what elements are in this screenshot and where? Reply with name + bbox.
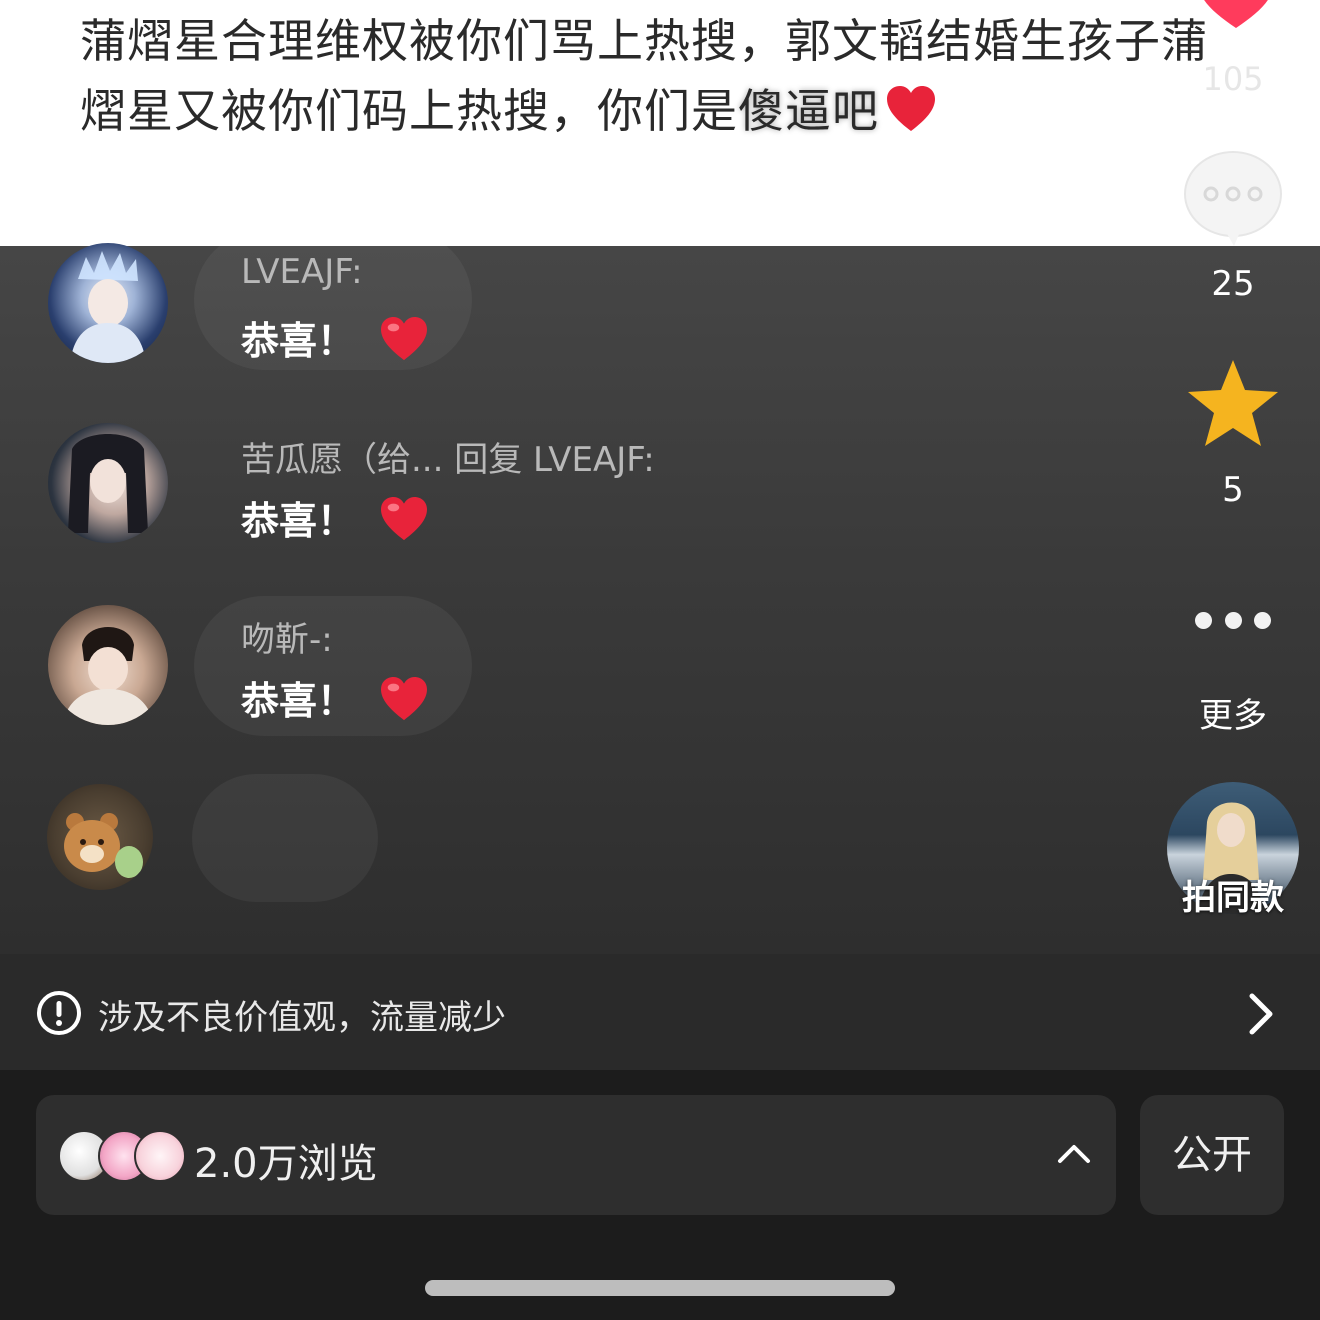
chevron-up-icon[interactable] (1056, 1141, 1092, 1165)
comment-bubble-loading (192, 774, 378, 902)
home-indicator[interactable] (425, 1280, 895, 1296)
warning-text: 涉及不良价值观，流量减少 (98, 998, 506, 1038)
comment-author[interactable]: 吻靳-: (241, 612, 333, 661)
post-card: 蒲熠星合理维权被你们骂上热搜，郭文韬结婚生孩子蒲熠星又被你们码上热搜，你们是傻逼… (0, 0, 1320, 246)
visibility-button[interactable]: 公开 (1140, 1095, 1284, 1215)
comment-text: 恭喜！ (241, 310, 429, 365)
star-icon[interactable] (1186, 358, 1280, 448)
post-text-blurred: 傻逼吧 (738, 84, 879, 138)
heart-emoji-icon (381, 496, 428, 541)
like-count: 105 (1202, 60, 1264, 98)
avatar[interactable] (48, 423, 168, 543)
post-text: 蒲熠星合理维权被你们骂上热搜，郭文韬结婚生孩子蒲熠星又被你们码上热搜，你们是傻逼… (80, 6, 1240, 146)
more-label[interactable]: 更多 (1180, 688, 1286, 737)
like-heart-icon[interactable] (1196, 0, 1276, 30)
same-style-label[interactable]: 拍同款 (1167, 870, 1299, 919)
avatar-portrait-icon (70, 251, 146, 363)
comment-text-content: 恭喜！ (241, 319, 356, 363)
avatar-portrait-icon (68, 434, 148, 533)
comment-text-content: 恭喜！ (241, 499, 356, 543)
bottom-bar: 2.0万浏览 公开 (0, 1070, 1320, 1320)
views-button[interactable]: 2.0万浏览 (36, 1095, 1116, 1215)
comment-text-content: 恭喜！ (241, 679, 356, 723)
post-text-main: 蒲熠星合理维权被你们骂上热搜，郭文韬结婚生孩子蒲熠星又被你们码上热搜，你们是 (80, 14, 1208, 138)
comment-count: 25 (1211, 264, 1255, 304)
avatar[interactable] (47, 784, 153, 890)
comment-author[interactable]: LVEAJF: (241, 252, 363, 292)
comment-text: 恭喜！ (241, 490, 429, 545)
comment-text: 恭喜！ (241, 670, 429, 725)
avatar-bear-icon (64, 813, 143, 878)
more-icon[interactable] (1195, 612, 1271, 630)
viewer-avatar (134, 1130, 186, 1182)
heart-emoji-icon (381, 676, 428, 721)
heart-emoji-icon (381, 316, 428, 361)
chevron-right-icon[interactable] (1248, 992, 1274, 1036)
traffic-warning-bar[interactable]: 涉及不良价值观，流量减少 (0, 954, 1320, 1070)
warning-icon (37, 991, 81, 1035)
comment-author[interactable]: 苦瓜愿（给... 回复 LVEAJF: (241, 432, 655, 481)
comment-icon[interactable] (1182, 150, 1284, 246)
favorite-count: 5 (1222, 470, 1244, 510)
avatar[interactable] (48, 605, 168, 725)
heart-emoji-icon (887, 86, 935, 131)
views-count: 2.0万浏览 (194, 1141, 378, 1187)
avatar[interactable] (48, 243, 168, 363)
avatar-portrait-icon (62, 627, 154, 725)
